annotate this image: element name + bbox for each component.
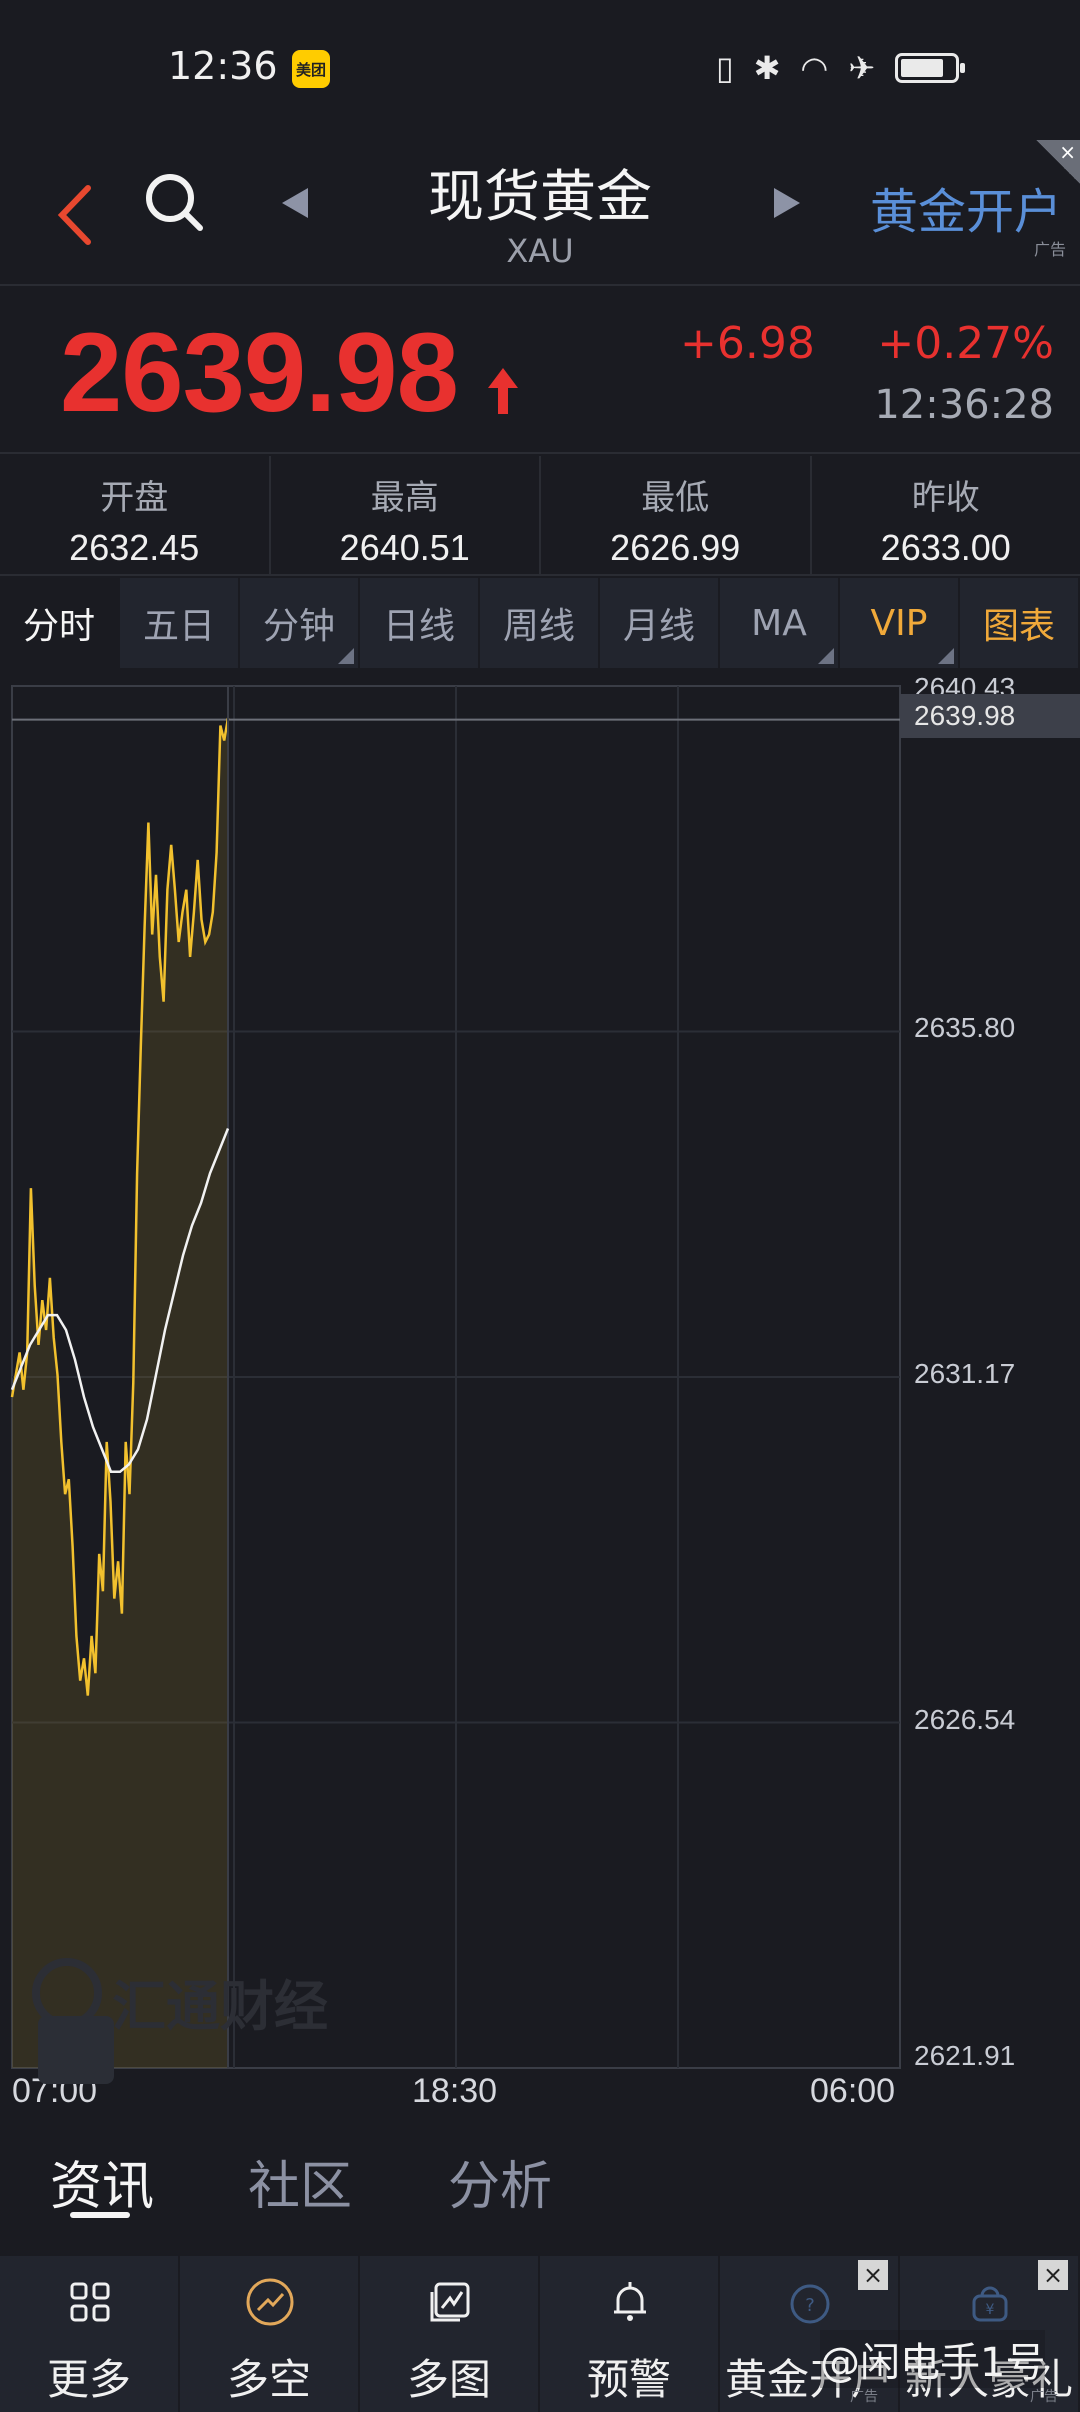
wifi-icon: ◠ — [800, 49, 829, 87]
gold-account-icon: ? — [790, 2284, 830, 2324]
tab-analysis[interactable]: 分析 — [448, 2144, 552, 2219]
status-icons: ▯ ✱ ◠ ✈ — [716, 48, 966, 88]
up-arrow-icon — [488, 368, 518, 414]
stat-high: 最高 2640.51 — [271, 456, 541, 574]
status-bar: 12:36 美团 ▯ ✱ ◠ ✈ — [0, 0, 1080, 140]
x-tick-label: 18:30 — [412, 2072, 498, 2110]
vibrate-icon: ▯ — [716, 49, 734, 87]
tab-monthly[interactable]: 月线 — [600, 578, 720, 668]
close-icon[interactable]: × — [858, 2260, 888, 2290]
nav-more[interactable]: 更多 — [0, 2256, 180, 2412]
watermark: 汇通财经 — [112, 1975, 328, 2038]
meituan-notification-icon: 美团 — [292, 50, 330, 88]
y-tick-label: 2631.17 — [914, 1358, 1016, 1389]
stat-value: 2626.99 — [610, 527, 741, 568]
status-time: 12:36 — [168, 44, 278, 88]
search-icon[interactable] — [142, 170, 206, 234]
ad-tag: 广告 — [1030, 2389, 1058, 2405]
svg-text:?: ? — [805, 2295, 815, 2316]
prev-instrument-arrow-icon[interactable] — [282, 188, 308, 218]
stat-label: 开盘 — [100, 478, 169, 518]
nav-label: 预警 — [586, 2355, 671, 2404]
ad-tag: 广告 — [850, 2389, 878, 2405]
gift-icon: ¥ — [972, 2286, 1008, 2322]
stat-value: 2640.51 — [339, 527, 470, 568]
period-tabs: 分时 五日 分钟 日线 周线 月线 MA VIP 图表 — [0, 578, 1080, 668]
battery-icon — [895, 53, 966, 83]
tab-daily[interactable]: 日线 — [360, 578, 480, 668]
tab-five-day[interactable]: 五日 — [120, 578, 240, 668]
nav-long-short[interactable]: 多空 — [180, 2256, 360, 2412]
stat-label: 昨收 — [911, 478, 980, 518]
nav-multi-chart[interactable]: 多图 — [360, 2256, 540, 2412]
y-tick-label: 2626.54 — [914, 1704, 1016, 1735]
tab-minute[interactable]: 分钟 — [240, 578, 360, 668]
tab-weekly[interactable]: 周线 — [480, 578, 600, 668]
stat-label: 最高 — [370, 478, 439, 518]
x-tick-label: 06:00 — [810, 2072, 896, 2110]
stat-value: 2632.45 — [69, 527, 200, 568]
tab-label: MA — [751, 602, 807, 644]
tab-news[interactable]: 资讯 — [50, 2144, 154, 2219]
last-price-tag: 2639.98 — [900, 694, 1080, 738]
tab-intraday[interactable]: 分时 — [0, 578, 120, 668]
close-icon[interactable]: × — [1038, 2260, 1068, 2290]
y-tick-label: 2621.91 — [914, 2040, 1016, 2071]
nav-label: 多图 — [406, 2355, 491, 2404]
airplane-icon: ✈ — [848, 49, 876, 87]
ad-close-button[interactable]: × — [1036, 140, 1080, 184]
dropdown-corner-icon — [338, 648, 354, 664]
stat-value: 2633.00 — [880, 527, 1011, 568]
watermark-credit: @闲电手1号 — [820, 2330, 1046, 2388]
tab-label: 分钟 — [262, 606, 335, 647]
nav-alert[interactable]: 预警 — [540, 2256, 720, 2412]
bell-icon — [614, 2282, 646, 2321]
svg-text:¥: ¥ — [986, 2302, 995, 2318]
y-tick-label: 2635.80 — [914, 1012, 1016, 1043]
tab-label: VIP — [870, 602, 928, 644]
tab-ma[interactable]: MA — [720, 578, 840, 668]
gold-account-ad-link[interactable]: 黄金开户 — [870, 172, 1062, 242]
ad-tag: 广告 — [1033, 240, 1066, 259]
chart-svg — [10, 685, 1080, 2069]
quote-time: 12:36:28 — [874, 382, 1054, 428]
nav-label: 更多 — [46, 2355, 131, 2404]
tab-vip[interactable]: VIP — [840, 578, 960, 668]
bluetooth-icon: ✱ — [753, 49, 781, 87]
tab-community[interactable]: 社区 — [248, 2144, 352, 2219]
trend-circle-icon — [246, 2278, 294, 2326]
stats-row: 开盘 2632.45 最高 2640.51 最低 2626.99 昨收 2633… — [0, 456, 1080, 576]
header: 现货黄金 XAU 黄金开户 广告 × — [0, 140, 1080, 286]
dropdown-corner-icon — [938, 648, 954, 664]
instrument-title: 现货黄金 — [428, 165, 652, 230]
nav-label: 多空 — [226, 2355, 311, 2404]
current-price: 2639.98 — [60, 310, 459, 435]
dropdown-corner-icon — [818, 648, 834, 664]
next-instrument-arrow-icon[interactable] — [774, 188, 800, 218]
multi-chart-icon — [430, 2282, 470, 2322]
tab-chart-settings[interactable]: 图表 — [960, 578, 1080, 668]
quote-panel: 2639.98 +6.98 +0.27% 12:36:28 — [0, 288, 1080, 454]
active-tab-underline — [70, 2212, 130, 2218]
back-icon[interactable] — [50, 180, 100, 250]
stat-open: 开盘 2632.45 — [0, 456, 271, 574]
stat-prev-close: 昨收 2633.00 — [812, 456, 1080, 574]
price-area — [12, 718, 228, 2068]
close-icon: × — [1059, 140, 1076, 164]
price-change: +6.98 — [680, 318, 815, 369]
price-change-percent: +0.27% — [877, 318, 1054, 369]
instrument-code: XAU — [506, 232, 574, 270]
device-switch-icon[interactable] — [38, 2016, 114, 2084]
stat-label: 最低 — [641, 478, 710, 518]
stat-low: 最低 2626.99 — [541, 456, 812, 574]
content-tabs: 资讯 社区 分析 — [0, 2130, 1080, 2250]
price-chart[interactable]: 2640.43 2639.98 2635.80 2631.17 2626.54 … — [0, 668, 1080, 2118]
grid-icon — [70, 2282, 110, 2322]
